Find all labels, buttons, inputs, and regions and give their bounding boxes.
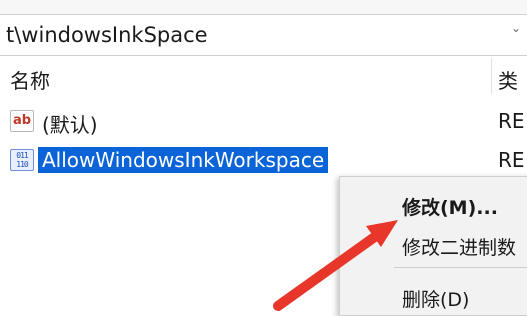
column-header-type[interactable]: 类 [498,65,518,94]
window-top-strip [0,0,527,14]
context-menu: 修改(M)... 修改二进制数 删除(D) [339,176,527,316]
chevron-down-icon[interactable]: ⌄ [511,21,521,35]
string-value-icon: ab [10,110,34,132]
menu-divider [394,267,527,268]
menu-item-modify-binary[interactable]: 修改二进制数 [402,233,516,260]
registry-value-type: RE [498,109,525,133]
registry-value-name[interactable]: (默认) [38,108,102,139]
column-header-name[interactable]: 名称 [10,65,50,94]
address-path[interactable]: t\windowsInkSpace [6,23,208,47]
menu-item-modify[interactable]: 修改(M)... [402,193,498,220]
address-bar[interactable]: t\windowsInkSpace ⌄ [0,14,527,56]
binary-value-icon: 011 110 [10,149,34,171]
registry-value-type: RE [498,148,525,172]
menu-item-delete[interactable]: 删除(D) [402,285,469,312]
column-header-row: 名称 类 [0,56,527,96]
registry-value-row-selected[interactable]: 011 110 AllowWindowsInkWorkspace RE [0,143,527,177]
column-separator[interactable] [491,58,492,94]
registry-value-name[interactable]: AllowWindowsInkWorkspace [38,147,329,173]
registry-value-row[interactable]: ab (默认) RE [0,104,527,138]
